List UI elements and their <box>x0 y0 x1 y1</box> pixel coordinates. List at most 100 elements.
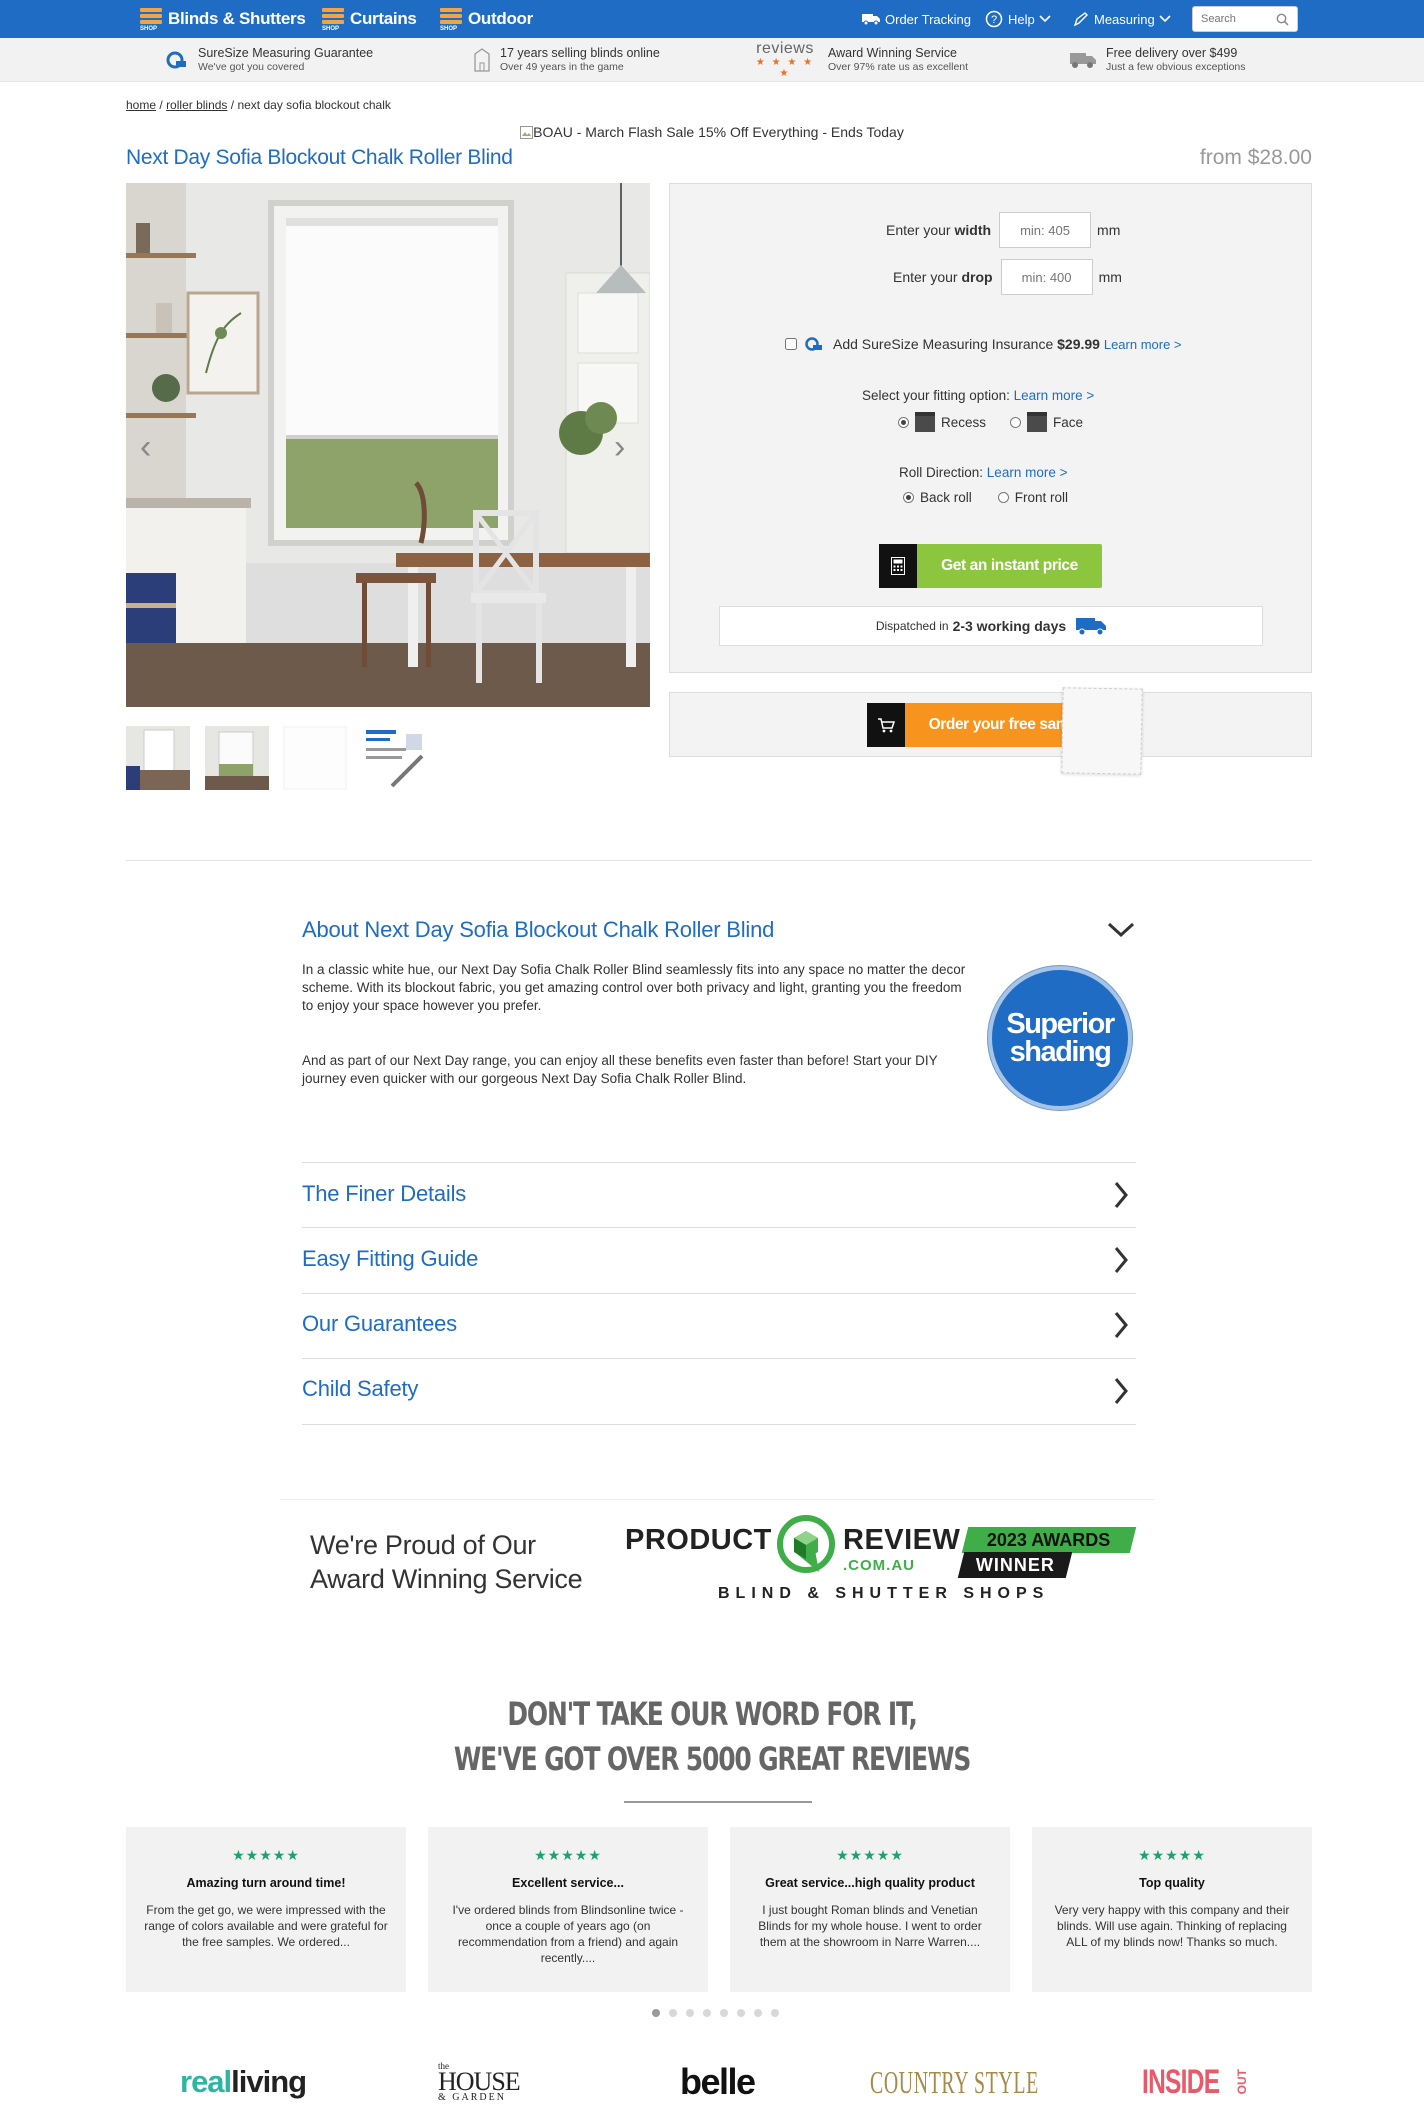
accordion-divider <box>302 1358 1136 1359</box>
help-menu[interactable]: ? Help <box>985 0 1056 38</box>
review-card[interactable]: ★★★★★ Top quality Very very happy with t… <box>1032 1827 1312 1992</box>
insurance-checkbox[interactable] <box>785 338 797 350</box>
fitting-face-radio[interactable] <box>1010 416 1022 428</box>
carousel-dot[interactable] <box>754 2009 762 2017</box>
promo-banner[interactable]: BOAU - March Flash Sale 15% Off Everythi… <box>0 124 1424 140</box>
accordion-our-guarantees[interactable]: Our Guarantees <box>302 1311 457 1337</box>
thumbnail-2[interactable] <box>205 726 269 790</box>
usp-suresize[interactable]: SureSize Measuring Guarantee We've got yo… <box>166 43 373 77</box>
carousel-dot[interactable] <box>720 2009 728 2017</box>
about-paragraph-1: In a classic white hue, our Next Day Sof… <box>302 962 966 1013</box>
free-sample-box: Order your free sample <box>669 687 1312 775</box>
chevron-down-icon <box>1159 15 1171 23</box>
award-divider <box>280 1499 1154 1500</box>
carousel-dots <box>652 2009 779 2017</box>
broken-image-icon <box>520 126 534 139</box>
measuring-menu[interactable]: Measuring <box>1073 0 1176 38</box>
insurance-row: Add SureSize Measuring Insurance $29.99 … <box>785 336 1182 352</box>
calculator-icon <box>879 544 917 588</box>
fabric-swatch-image <box>1061 687 1143 775</box>
search-input[interactable] <box>1201 7 1281 31</box>
press-logo-belle: belle <box>680 2061 756 2102</box>
accordion-finer-details[interactable]: The Finer Details <box>302 1181 466 1207</box>
chevron-right-icon[interactable] <box>1113 1377 1129 1405</box>
order-tracking-link[interactable]: Order Tracking <box>862 0 971 38</box>
product-review-icon <box>777 1515 835 1573</box>
thumbnail-1[interactable] <box>126 726 190 790</box>
carousel-dot[interactable] <box>771 2009 779 2017</box>
help-icon: ? <box>985 10 1003 28</box>
suresize-icon <box>805 337 822 351</box>
drop-input[interactable] <box>1000 259 1093 295</box>
usp-delivery[interactable]: Free delivery over $499 Just a few obviou… <box>1070 43 1246 77</box>
accordion-child-safety[interactable]: Child Safety <box>302 1376 418 1402</box>
roll-label-row: Roll Direction: Learn more > <box>899 465 1068 480</box>
chevron-right-icon[interactable] <box>1113 1311 1129 1339</box>
product-title: Next Day Sofia Blockout Chalk Roller Bli… <box>126 146 513 169</box>
search-icon[interactable] <box>1276 13 1289 26</box>
superior-shading-badge: Superior shading <box>988 966 1132 1110</box>
press-logo-country-style: COUNTRY STYLE <box>870 2063 1039 2100</box>
award-heading: We're Proud of Our Award Winning Service <box>310 1530 583 1594</box>
nav-label: Curtains <box>350 9 417 28</box>
usp-years[interactable]: 17 years selling blinds online Over 49 ye… <box>474 43 660 77</box>
carousel-dot[interactable] <box>669 2009 677 2017</box>
review-card[interactable]: ★★★★★ Amazing turn around time! From the… <box>126 1827 406 1992</box>
reviews-heading-line2: WE'VE GOT OVER 5000 GREAT REVIEWS <box>453 1740 972 1778</box>
section-divider <box>126 860 1312 861</box>
rating-stars: ★★★★★ <box>1138 1847 1206 1863</box>
carousel-dot[interactable] <box>737 2009 745 2017</box>
press-logo-real-living: real living <box>180 2064 307 2099</box>
svg-text:?: ? <box>991 14 997 26</box>
usp-award[interactable]: reviews ★ ★ ★ ★ ★ Award Winning Service O… <box>752 41 968 80</box>
rating-stars: ★★★★★ <box>836 1847 904 1863</box>
usp-strip: SureSize Measuring Guarantee We've got yo… <box>0 38 1424 82</box>
insurance-learn-more[interactable]: Learn more > <box>1104 337 1182 352</box>
breadcrumb-roller-blinds[interactable]: roller blinds <box>166 98 227 112</box>
accordion-divider <box>302 1293 1136 1294</box>
chevron-right-icon[interactable] <box>1113 1246 1129 1274</box>
nav-outdoor[interactable]: SHOP Outdoor <box>440 0 533 38</box>
award-winner-banner: WINNER <box>957 1552 1073 1578</box>
width-input[interactable] <box>999 212 1092 248</box>
review-card[interactable]: ★★★★★ Great service...high quality produ… <box>730 1827 1010 1992</box>
rating-stars: ★★★★★ <box>534 1847 602 1863</box>
thumbnail-4[interactable] <box>362 726 426 790</box>
product-image[interactable]: ‹ › <box>126 183 650 707</box>
review-card[interactable]: ★★★★★ Excellent service... I've ordered … <box>428 1827 708 1992</box>
press-logo-inside-out: INSIDE OUT <box>1142 2062 1250 2101</box>
carousel-dot[interactable] <box>652 2009 660 2017</box>
about-title[interactable]: About Next Day Sofia Blockout Chalk Roll… <box>302 917 774 943</box>
nav-curtains[interactable]: SHOP Curtains <box>322 0 417 38</box>
carousel-next-arrow[interactable]: › <box>614 428 625 467</box>
nav-label: Blinds & Shutters <box>168 9 306 28</box>
nav-blinds-shutters[interactable]: SHOP Blinds & Shutters <box>140 0 306 38</box>
drop-row: Enter your drop mm <box>893 259 1122 295</box>
carousel-prev-arrow[interactable]: ‹ <box>140 428 151 467</box>
roll-learn-more[interactable]: Learn more > <box>987 465 1068 480</box>
get-instant-price-button[interactable]: Get an instant price <box>879 544 1102 588</box>
fitting-learn-more[interactable]: Learn more > <box>1014 388 1095 403</box>
building-icon <box>474 48 490 72</box>
chevron-right-icon[interactable] <box>1113 1181 1129 1209</box>
carousel-dot[interactable] <box>686 2009 694 2017</box>
chevron-down-icon <box>1039 15 1051 23</box>
chevron-down-icon[interactable] <box>1107 921 1135 939</box>
reviews-heading-line1: DON'T TAKE OUR WORD FOR IT, <box>507 1695 917 1733</box>
nav-label: Outdoor <box>468 9 533 28</box>
dispatch-info: Dispatched in 2-3 working days <box>719 606 1263 646</box>
top-nav: SHOP Blinds & Shutters SHOP Curtains SHO… <box>0 0 1424 38</box>
breadcrumb-home[interactable]: home <box>126 98 156 112</box>
thumbnail-3[interactable] <box>283 726 347 790</box>
reviews-underline <box>624 1801 812 1803</box>
fitting-options: Recess Face <box>898 412 1083 432</box>
accordion-divider <box>302 1162 1136 1163</box>
fitting-recess-radio[interactable] <box>898 416 909 428</box>
roll-back-radio[interactable] <box>903 492 914 503</box>
recess-icon <box>915 412 935 432</box>
roll-options: Back roll Front roll <box>903 490 1068 505</box>
roll-front-radio[interactable] <box>997 492 1009 503</box>
carousel-dot[interactable] <box>703 2009 711 2017</box>
accordion-easy-fitting-guide[interactable]: Easy Fitting Guide <box>302 1246 478 1272</box>
search-box <box>1192 6 1298 32</box>
